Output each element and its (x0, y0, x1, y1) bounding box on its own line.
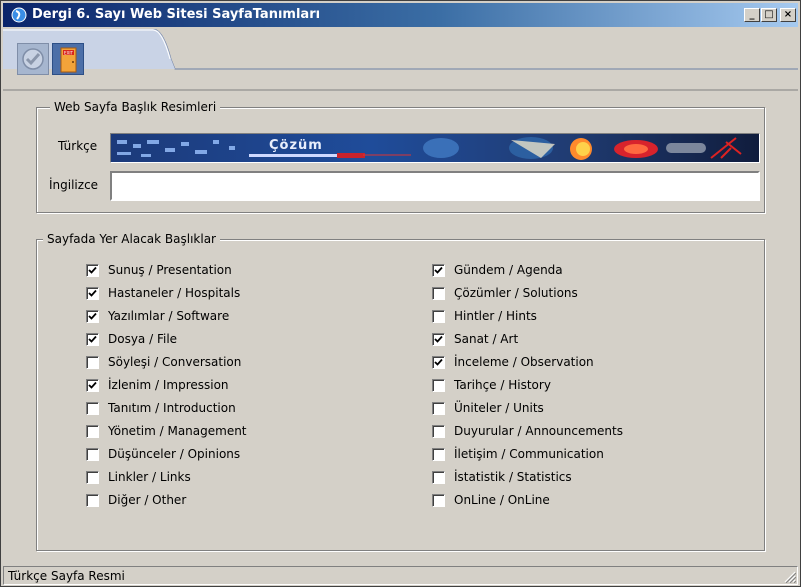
banner-image: Çözüm (111, 134, 759, 162)
topic-label: İzlenim / Impression (108, 378, 229, 392)
checkbox-box[interactable] (432, 333, 445, 346)
topic-label: İnceleme / Observation (454, 355, 594, 369)
checkbox-box[interactable] (86, 287, 99, 300)
topic-label: Hastaneler / Hospitals (108, 286, 241, 300)
checkbox-box[interactable] (432, 425, 445, 438)
status-text: Türkçe Sayfa Resmi (8, 569, 125, 583)
topic-label: Diğer / Other (108, 493, 187, 507)
minimize-button[interactable]: _ (744, 8, 760, 22)
toolbar-strip (3, 29, 798, 91)
topic-label: Dosya / File (108, 332, 178, 346)
window-title: Dergi 6. Sayı Web Sitesi SayfaTanımları (32, 7, 321, 22)
english-image-input[interactable] (110, 171, 760, 201)
topic-label: Duyurular / Announcements (454, 424, 623, 438)
topic-label: Çözümler / Solutions (454, 286, 578, 300)
topic-label: İletişim / Communication (454, 447, 604, 461)
topic-label: Tarihçe / History (454, 378, 551, 392)
status-panel: Türkçe Sayfa Resmi (3, 566, 798, 585)
check-icon (22, 48, 44, 70)
checkbox-box[interactable] (86, 471, 99, 484)
checkbox-box[interactable] (432, 402, 445, 415)
topic-label: Yönetim / Management (108, 424, 247, 438)
checkbox-box[interactable] (86, 494, 99, 507)
checkbox-box[interactable] (432, 471, 445, 484)
check-icon (88, 312, 97, 320)
checkbox-box[interactable] (86, 379, 99, 392)
exit-sign: EXIT (64, 51, 73, 56)
topic-label: Gündem / Agenda (454, 263, 563, 277)
topic-label: İstatistik / Statistics (454, 470, 572, 484)
exit-button[interactable]: EXIT (52, 43, 84, 75)
checkbox-box[interactable] (432, 356, 445, 369)
topic-label: Linkler / Links (108, 470, 191, 484)
checkbox-box[interactable] (432, 448, 445, 461)
checkbox-box[interactable] (86, 448, 99, 461)
checkbox-box[interactable] (432, 310, 445, 323)
turkish-label: Türkçe (58, 139, 98, 153)
topics-legend: Sayfada Yer Alacak Başlıklar (43, 232, 220, 246)
checkbox-box[interactable] (432, 494, 445, 507)
checkbox-box[interactable] (86, 333, 99, 346)
turkish-banner-image[interactable]: Çözüm (110, 133, 760, 163)
ok-button[interactable] (17, 43, 49, 75)
topic-label: Tanıtım / Introduction (108, 401, 236, 415)
topic-label: Söyleşi / Conversation (108, 355, 242, 369)
check-icon (434, 335, 443, 343)
checkbox-box[interactable] (86, 425, 99, 438)
title-bar[interactable]: Dergi 6. Sayı Web Sitesi SayfaTanımları … (3, 3, 798, 27)
topic-label: Yazılımlar / Software (108, 309, 230, 323)
checkbox-box[interactable] (432, 287, 445, 300)
maximize-button[interactable]: □ (761, 8, 777, 22)
topic-label: Düşünceler / Opinions (108, 447, 241, 461)
checkbox-box[interactable] (86, 402, 99, 415)
checkbox-box[interactable] (432, 264, 445, 277)
toolbar: EXIT (3, 29, 798, 91)
close-button[interactable]: × (780, 8, 796, 22)
checkbox-box[interactable] (86, 356, 99, 369)
topic-label: Üniteler / Units (454, 401, 544, 415)
topic-label: Sanat / Art (454, 332, 519, 346)
topic-label: Hintler / Hints (454, 309, 537, 323)
english-label: İngilizce (49, 178, 99, 192)
check-icon (434, 358, 443, 366)
check-icon (434, 266, 443, 274)
banner-title: Çözüm (269, 138, 323, 153)
check-icon (88, 381, 97, 389)
app-window: Dergi 6. Sayı Web Sitesi SayfaTanımları … (0, 0, 801, 587)
checkbox-box[interactable] (432, 379, 445, 392)
topic-label: OnLine / OnLine (454, 493, 550, 507)
checkbox-box[interactable] (86, 264, 99, 277)
header-images-legend: Web Sayfa Başlık Resimleri (50, 100, 221, 114)
check-icon (88, 335, 97, 343)
check-icon (88, 289, 97, 297)
resize-grip-icon[interactable] (784, 571, 796, 583)
checkbox-box[interactable] (86, 310, 99, 323)
app-icon (11, 7, 27, 23)
exit-door-icon: EXIT (60, 47, 77, 73)
topic-label: Sunuş / Presentation (108, 263, 232, 277)
status-bar: Türkçe Sayfa Resmi (3, 564, 798, 585)
check-icon (88, 266, 97, 274)
